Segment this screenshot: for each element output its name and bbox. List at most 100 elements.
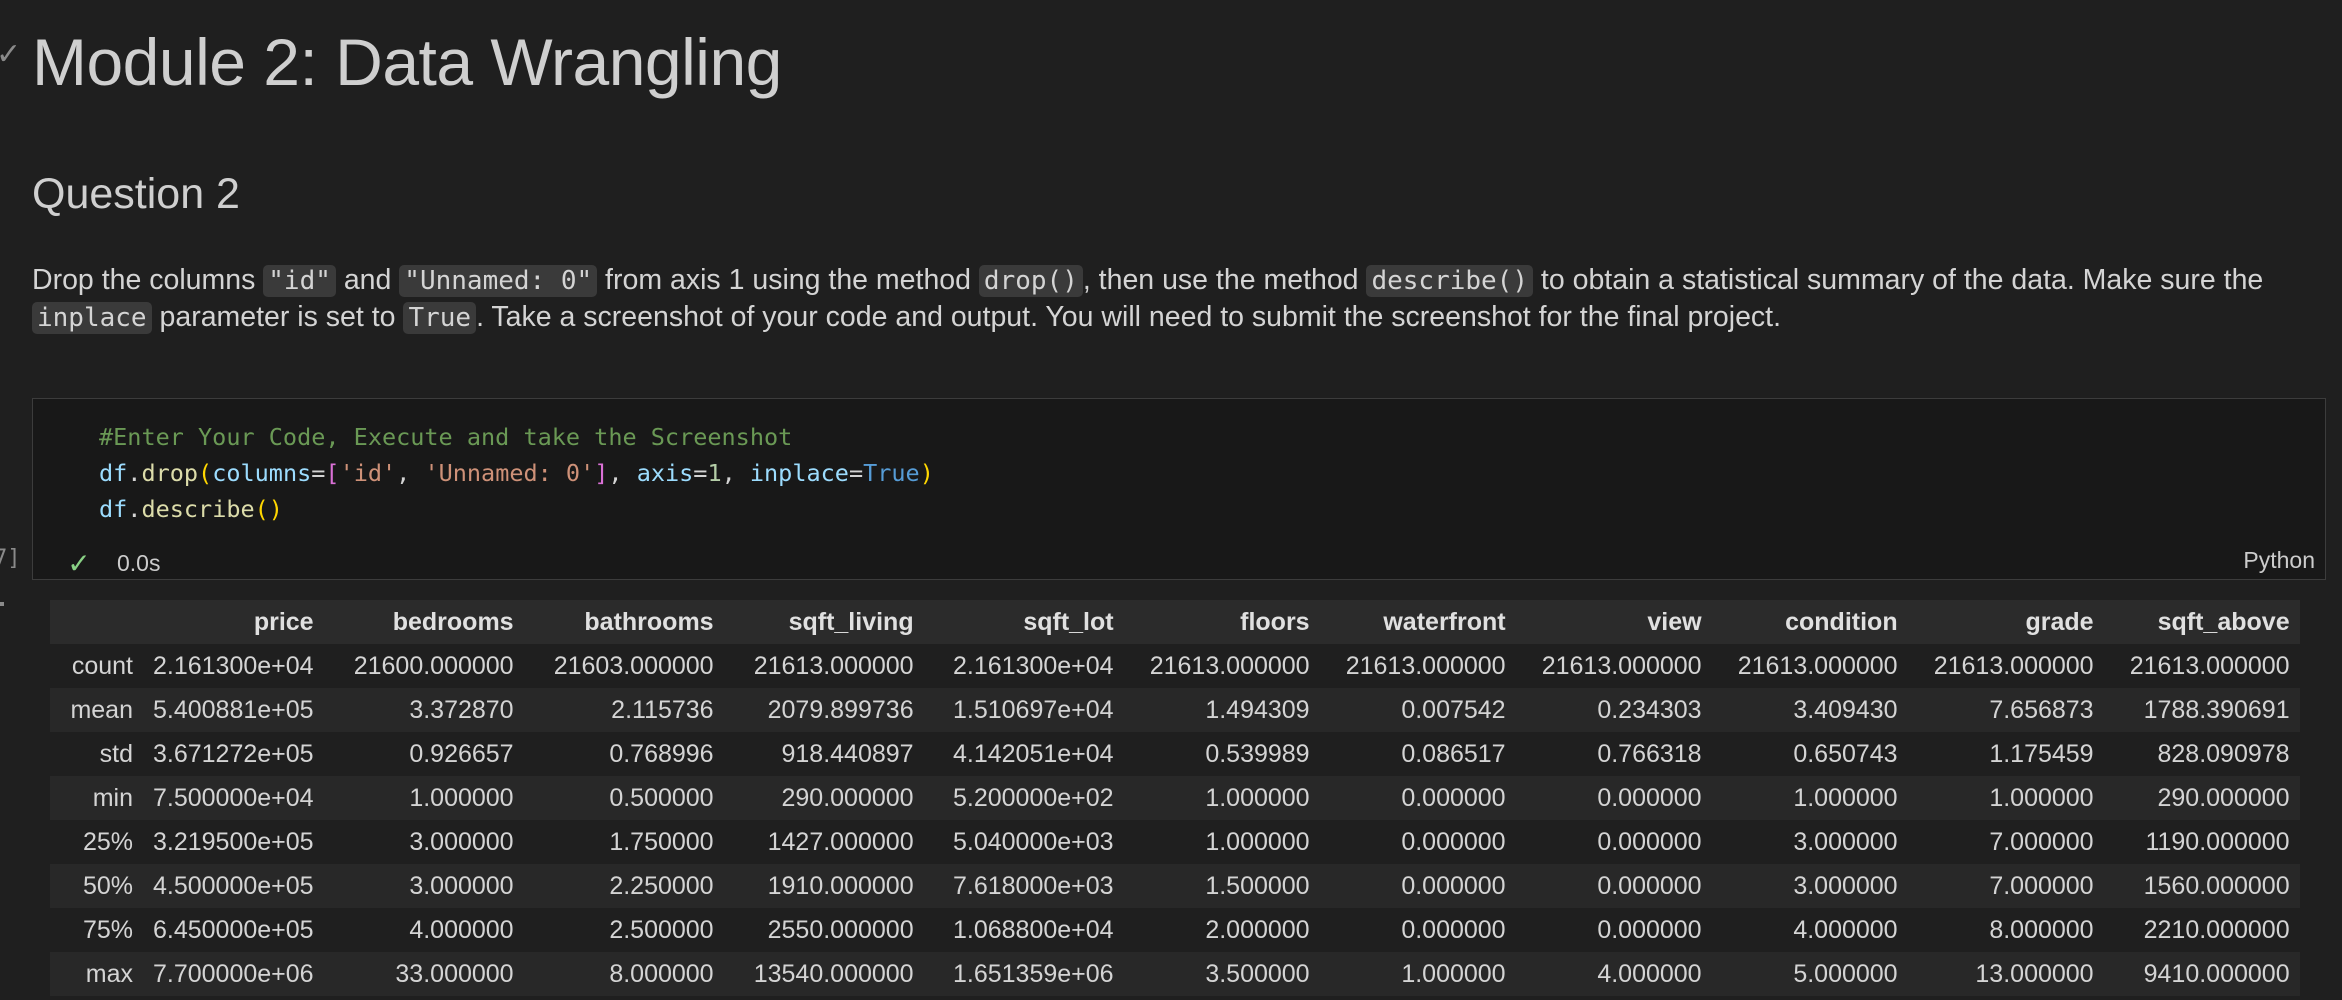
table-header-row: price bedrooms bathrooms sqft_living sqf… [50, 600, 2300, 644]
table-cell: 1.000000 [1793, 783, 1898, 812]
code-token: describe [141, 495, 255, 523]
table-row: count 2.161300e+04 21600.000000 21603.00000… [50, 644, 2300, 688]
table-cell: 2.500000 [609, 915, 714, 944]
row-label: std [99, 739, 133, 768]
table-cell: 13.000000 [1975, 959, 2094, 988]
table-cell: 0.000000 [1597, 871, 1702, 900]
table-cell: 1.000000 [1205, 783, 1310, 812]
table-cell: 1.175459 [1989, 739, 2094, 768]
para-text: , then use the method [1082, 264, 1367, 296]
table-cell: 1190.000000 [2145, 827, 2290, 856]
table-cell: 0.539989 [1205, 739, 1310, 768]
table-cell: 6.450000e+05 [153, 915, 314, 944]
code-token: = [848, 459, 864, 487]
code-token: ) [919, 459, 934, 487]
para-text: . Take a screenshot of your code and out… [476, 301, 1782, 333]
table-cell: 1.000000 [1205, 827, 1310, 856]
table-cell: 4.000000 [1793, 915, 1898, 944]
table-row: 75% 6.450000e+05 4.000000 2.500000 2550.0000… [50, 908, 2300, 952]
table-row: min 7.500000e+04 1.000000 0.500000 290.00000… [50, 776, 2300, 820]
column-header: grade [2025, 607, 2094, 636]
table-cell: 9410.000000 [2143, 959, 2290, 988]
table-cell: 1788.390691 [2143, 695, 2290, 724]
collapse-chevron-icon[interactable]: ✓ [0, 40, 21, 70]
inline-code: describe() [1366, 265, 1533, 297]
table-cell: 2079.899736 [767, 695, 914, 724]
cell-language-button[interactable]: Python [2243, 547, 2315, 574]
table-cell: 21613.000000 [2129, 651, 2290, 680]
para-text: from axis 1 using the method [597, 264, 979, 296]
check-icon: ✓ [67, 548, 91, 579]
code-token: ] [594, 459, 609, 487]
table-cell: 7.500000e+04 [153, 783, 314, 812]
table-cell: 1560.000000 [2143, 871, 2290, 900]
table-row: 50% 4.500000e+05 3.000000 2.250000 1910.0000… [50, 864, 2300, 908]
table-cell: 7.700000e+06 [153, 959, 314, 988]
row-label: 50% [82, 871, 133, 900]
table-cell: 3.500000 [1205, 959, 1310, 988]
table-cell: 21613.000000 [1149, 651, 1310, 680]
table-cell: 21613.000000 [1345, 651, 1506, 680]
code-cell[interactable]: #Enter Your Code, Execute and take the S… [32, 398, 2326, 580]
table-cell: 4.142051e+04 [953, 739, 1114, 768]
row-label: min [92, 783, 133, 812]
code-token: ( [198, 459, 213, 487]
code-token: df [99, 495, 128, 523]
column-header: sqft_lot [1023, 607, 1114, 636]
table-cell: 21603.000000 [553, 651, 714, 680]
table-cell: 3.000000 [1793, 827, 1898, 856]
para-text: Drop the columns [32, 264, 264, 296]
code-token: df [99, 459, 128, 487]
inline-code: "id" [263, 265, 336, 297]
table-cell: 0.650743 [1793, 739, 1898, 768]
table-cell: 0.234303 [1597, 695, 1702, 724]
column-header: bathrooms [584, 607, 714, 636]
code-token: , [721, 459, 750, 487]
table-cell: 3.372870 [409, 695, 514, 724]
table-cell: 5.400881e+05 [153, 695, 314, 724]
table-cell: 290.000000 [2157, 783, 2290, 812]
table-cell: 1.000000 [1401, 959, 1506, 988]
table-cell: 1.500000 [1205, 871, 1310, 900]
code-token: = [693, 459, 708, 487]
table-cell: 0.768996 [609, 739, 714, 768]
column-header: price [253, 607, 314, 636]
table-cell: 1.510697e+04 [953, 695, 1114, 724]
table-cell: 1.750000 [609, 827, 714, 856]
code-token: axis [636, 459, 694, 487]
table-cell: 3.000000 [409, 871, 514, 900]
table-cell: 0.000000 [1401, 871, 1506, 900]
table-cell: 2.161300e+04 [153, 651, 314, 680]
table-cell: 1.000000 [409, 783, 514, 812]
table-row: mean 5.400881e+05 3.372870 2.115736 2079.899… [50, 688, 2300, 732]
table-cell: 0.500000 [609, 783, 714, 812]
column-header: floors [1240, 607, 1310, 636]
inline-code: inplace [32, 302, 152, 334]
cell-status: ✓ 0.0s [65, 547, 160, 580]
output-marker [0, 602, 4, 606]
code-token: [ [325, 459, 340, 487]
table-cell: 0.000000 [1401, 783, 1506, 812]
column-header: sqft_living [788, 607, 914, 636]
execution-time: 0.0s [117, 550, 161, 576]
code-comment: #Enter Your Code, Execute and take the S… [99, 423, 793, 451]
code-token: inplace [749, 459, 849, 487]
inline-code: True [403, 302, 477, 334]
table-cell: 1.068800e+04 [953, 915, 1114, 944]
table-cell: 2.115736 [611, 695, 714, 724]
code-token: , [396, 459, 425, 487]
table-cell: 0.000000 [1401, 827, 1506, 856]
table-cell: 2550.000000 [767, 915, 914, 944]
table-cell: 2210.000000 [2143, 915, 2290, 944]
table-cell: 0.000000 [1401, 915, 1506, 944]
para-text: parameter is set to [151, 301, 404, 333]
row-label: count [71, 651, 133, 680]
code-editor[interactable]: #Enter Your Code, Execute and take the S… [99, 419, 934, 527]
code-token: drop [141, 459, 199, 487]
code-token: . [127, 495, 142, 523]
table-cell: 3.000000 [1793, 871, 1898, 900]
code-token: . [127, 459, 142, 487]
table-cell: 1.494309 [1205, 695, 1310, 724]
code-token: 1 [707, 459, 722, 487]
table-cell: 828.090978 [2157, 739, 2290, 768]
